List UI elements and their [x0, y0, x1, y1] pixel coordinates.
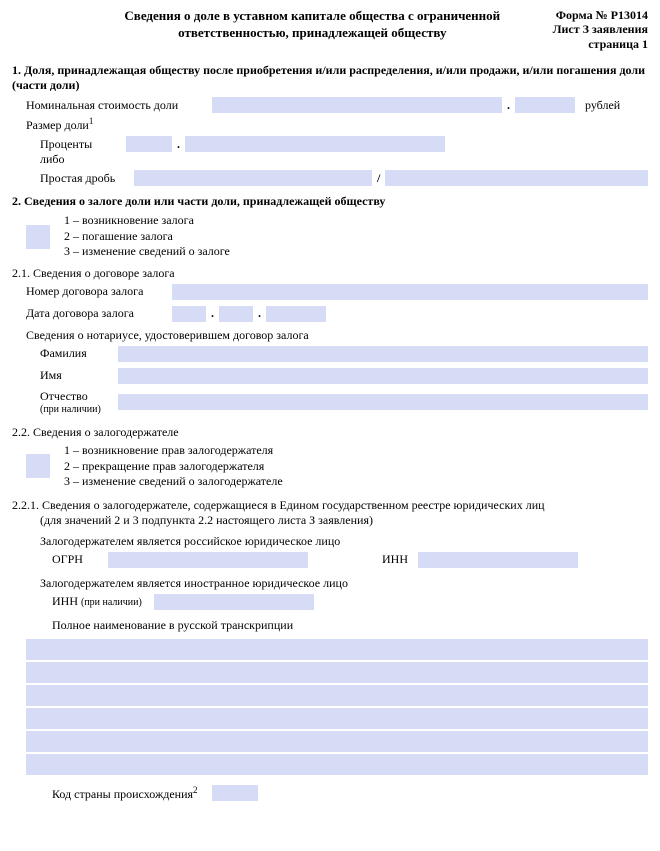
or-label: либо	[40, 152, 126, 167]
page-title: Сведения о доле в уставном капитале обще…	[12, 8, 553, 42]
date-year-field[interactable]	[266, 306, 326, 322]
fullname-field-4[interactable]	[26, 708, 648, 729]
percent-label: Проценты	[40, 137, 126, 152]
section-221-sub: (для значений 2 и 3 подпункта 2.2 настоя…	[12, 513, 373, 528]
percent-row: Проценты .	[12, 136, 648, 152]
fullname-block	[12, 639, 648, 775]
holder-code-field[interactable]	[26, 454, 50, 478]
fraction-row: Простая дробь /	[12, 170, 648, 186]
form-number: Форма № Р13014	[553, 8, 648, 22]
patronymic-row: Отчество(при наличии)	[12, 390, 648, 415]
contract-date-label: Дата договора залога	[26, 306, 172, 321]
ru-legal-label: Залогодержателем является российское юри…	[12, 534, 648, 549]
holder-code-2: 2 – прекращение прав залогодержателя	[64, 459, 283, 475]
size-row: Размер доли1	[12, 116, 648, 133]
date-day-field[interactable]	[172, 306, 206, 322]
foreign-inn-label: ИНН (при наличии)	[52, 594, 148, 609]
fraction-num-field[interactable]	[134, 170, 372, 186]
form-meta: Форма № Р13014 Лист З заявления страница…	[553, 8, 648, 51]
section-2-head: 2. Сведения о залоге доли или части доли…	[12, 194, 648, 209]
fullname-field-5[interactable]	[26, 731, 648, 752]
pledge-code-2: 2 – погашение залога	[64, 229, 230, 245]
page-number: страница 1	[553, 37, 648, 51]
holder-code-list: 1 – возникновение прав залогодержателя 2…	[64, 443, 283, 490]
decimal-dot: .	[172, 137, 185, 152]
country-code-label: Код страны происхождения2	[52, 785, 204, 802]
patronymic-field[interactable]	[118, 394, 648, 410]
contract-num-field[interactable]	[172, 284, 648, 300]
nominal-frac-field[interactable]	[515, 97, 575, 113]
contract-num-row: Номер договора залога	[12, 284, 648, 300]
section-22-head: 2.2. Сведения о залогодержателе	[12, 425, 648, 440]
foreign-inn-row: ИНН (при наличии)	[12, 594, 648, 610]
fullname-field-2[interactable]	[26, 662, 648, 683]
pledge-code-3: 3 – изменение сведений о залоге	[64, 244, 230, 260]
size-label: Размер доли1	[26, 116, 99, 133]
fullname-label: Полное наименование в русской транскрипц…	[12, 618, 648, 633]
holder-code-row: 1 – возникновение прав залогодержателя 2…	[12, 443, 648, 490]
foreign-legal-label: Залогодержателем является иностранное юр…	[12, 576, 648, 591]
notary-label: Сведения о нотариусе, удостоверившем дог…	[26, 328, 315, 343]
ogrn-label: ОГРН	[52, 552, 108, 567]
nominal-row: Номинальная стоимость доли . рублей	[12, 97, 648, 113]
header: Сведения о доле в уставном капитале обще…	[12, 8, 648, 51]
pledge-code-row: 1 – возникновение залога 2 – погашение з…	[12, 213, 648, 260]
surname-label: Фамилия	[40, 346, 118, 361]
decimal-dot: .	[502, 98, 515, 113]
section-21-head: 2.1. Сведения о договоре залога	[12, 266, 648, 281]
holder-code-3: 3 – изменение сведений о залогодержателе	[64, 474, 283, 490]
surname-row: Фамилия	[12, 346, 648, 362]
patronymic-label: Отчество(при наличии)	[40, 390, 118, 415]
ogrn-inn-row: ОГРН ИНН	[12, 552, 648, 568]
sheet-label: Лист З заявления	[553, 22, 648, 36]
percent-int-field[interactable]	[126, 136, 172, 152]
country-code-row: Код страны происхождения2	[12, 785, 648, 802]
date-month-field[interactable]	[219, 306, 253, 322]
surname-field[interactable]	[118, 346, 648, 362]
date-dot: .	[206, 306, 219, 321]
nominal-label: Номинальная стоимость доли	[26, 98, 212, 113]
date-dot: .	[253, 306, 266, 321]
rub-label: рублей	[575, 98, 626, 113]
holder-code-1: 1 – возникновение прав залогодержателя	[64, 443, 283, 459]
name-label: Имя	[40, 368, 118, 383]
section-1-head: 1. Доля, принадлежащая обществу после пр…	[12, 63, 648, 93]
inn-field[interactable]	[418, 552, 578, 568]
fraction-label: Простая дробь	[40, 171, 134, 186]
fullname-field-3[interactable]	[26, 685, 648, 706]
ogrn-field[interactable]	[108, 552, 308, 568]
or-row: либо	[12, 152, 648, 167]
fullname-field-6[interactable]	[26, 754, 648, 775]
notary-label-row: Сведения о нотариусе, удостоверившем дог…	[12, 328, 648, 343]
contract-num-label: Номер договора залога	[26, 284, 172, 299]
nominal-int-field[interactable]	[212, 97, 502, 113]
contract-date-row: Дата договора залога . .	[12, 306, 648, 322]
percent-frac-field[interactable]	[185, 136, 445, 152]
name-field[interactable]	[118, 368, 648, 384]
name-row: Имя	[12, 368, 648, 384]
foreign-inn-field[interactable]	[154, 594, 314, 610]
inn-label: ИНН	[308, 552, 418, 567]
section-221-head: 2.2.1. Сведения о залогодержателе, содер…	[12, 498, 648, 528]
slash: /	[372, 171, 385, 186]
pledge-code-list: 1 – возникновение залога 2 – погашение з…	[64, 213, 230, 260]
fullname-field-1[interactable]	[26, 639, 648, 660]
title-line1: Сведения о доле в уставном капитале обще…	[124, 8, 500, 23]
fraction-den-field[interactable]	[385, 170, 648, 186]
country-code-field[interactable]	[212, 785, 258, 801]
pledge-code-field[interactable]	[26, 225, 50, 249]
title-line2: ответственностью, принадлежащей обществу	[178, 25, 446, 40]
pledge-code-1: 1 – возникновение залога	[64, 213, 230, 229]
